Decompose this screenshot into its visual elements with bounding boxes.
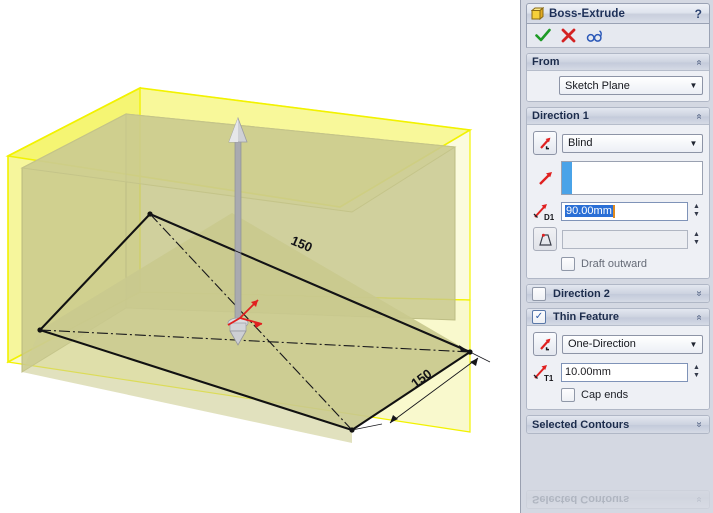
group-thin-feature: ✓ Thin Feature « One-Direction ▼ T1 10.0…	[526, 308, 710, 410]
thickness-row: T1 10.00mm ▲ ▼	[533, 362, 703, 382]
group-direction-1-title: Direction 1	[532, 110, 589, 122]
stepper-up-icon[interactable]: ▲	[693, 364, 700, 371]
group-selected-contours-header[interactable]: Selected Contours »	[527, 491, 709, 508]
depth-input[interactable]: 90.00mm	[561, 201, 688, 221]
expand-chevron-icon[interactable]: »	[694, 494, 705, 506]
draft-angle-icon[interactable]	[533, 227, 557, 251]
group-selected-contours-header[interactable]: Selected Contours »	[527, 416, 709, 433]
group-selected-contours-title: Selected Contours	[532, 418, 630, 431]
group-thin-feature-title: Thin Feature	[553, 311, 620, 323]
cap-ends-checkbox[interactable]	[561, 388, 575, 402]
thin-type-value: One-Direction	[568, 338, 636, 350]
direction-vector-selection-box[interactable]	[561, 161, 703, 195]
thickness-value: 10.00mm	[565, 366, 611, 378]
reverse-direction-icon[interactable]	[533, 332, 557, 356]
group-direction-1: Direction 1 « Blind ▼ D1 90.00mm ▲ ▼ ▲ ▼…	[526, 107, 710, 279]
group-selected-contours: Selected Contours »	[526, 490, 710, 509]
graphics-viewport[interactable]: 150 150	[0, 0, 520, 513]
detailed-preview-glasses-icon[interactable]	[586, 27, 603, 44]
group-selected-contours-title: Selected Contours	[532, 493, 630, 506]
draft-outward-label: Draft outward	[581, 258, 648, 270]
panel-title: Boss-Extrude	[549, 7, 625, 20]
svg-text:T1: T1	[544, 374, 554, 382]
chevron-down-icon[interactable]: ▼	[687, 139, 700, 148]
direction-vector-row	[533, 161, 703, 195]
thin-feature-checkbox[interactable]: ✓	[532, 310, 546, 324]
cancel-x-icon[interactable]	[560, 27, 577, 44]
thin-type-select[interactable]: One-Direction ▼	[562, 334, 703, 354]
end-condition-row: Blind ▼	[533, 131, 703, 155]
direction-vector-arrow-icon	[533, 170, 557, 187]
group-direction-2-header[interactable]: Direction 2 »	[527, 285, 709, 302]
selection-color-tab	[562, 162, 572, 194]
start-condition-select[interactable]: Sketch Plane ▼	[559, 76, 703, 95]
thickness-input[interactable]: 10.00mm	[561, 362, 688, 382]
end-condition-value: Blind	[568, 137, 593, 149]
direction-2-checkbox[interactable]	[532, 286, 546, 301]
group-selected-contours: Selected Contours »	[526, 415, 710, 434]
help-button[interactable]: ?	[692, 7, 705, 21]
property-manager-titlebar: Boss-Extrude ?	[526, 3, 710, 24]
cap-ends-label: Cap ends	[581, 389, 629, 401]
draft-row: ▲ ▼	[533, 227, 703, 251]
depth-value: 90.00mm	[565, 205, 613, 217]
cap-ends-row[interactable]: Cap ends	[533, 388, 703, 402]
extrude-preview-model: 150 150	[5, 86, 491, 443]
draft-outward-row[interactable]: Draft outward	[533, 257, 703, 271]
group-direction-2-title: Direction 2	[553, 287, 610, 300]
end-condition-select[interactable]: Blind ▼	[562, 133, 703, 153]
boss-extrude-icon	[531, 7, 544, 20]
reverse-direction-icon[interactable]	[533, 131, 557, 155]
expand-chevron-icon[interactable]: »	[694, 419, 705, 431]
chevron-down-icon[interactable]: ▼	[687, 81, 700, 90]
group-from-title: From	[532, 56, 560, 68]
panel-reflection-artifact: Boss-Extrude ?	[521, 462, 713, 513]
group-direction-1-header[interactable]: Direction 1 «	[527, 108, 709, 125]
stepper-up-icon[interactable]: ▲	[693, 231, 700, 238]
solidworks-window: 150 150 Boss-Extrude ? From « Sketch Pla…	[0, 0, 713, 513]
group-thin-feature-header[interactable]: ✓ Thin Feature «	[527, 309, 709, 326]
stepper-up-icon[interactable]: ▲	[693, 203, 700, 210]
group-direction-2: Direction 2 »	[526, 284, 710, 303]
group-from: From « Sketch Plane ▼	[526, 53, 710, 102]
draft-angle-stepper[interactable]: ▲ ▼	[690, 230, 703, 249]
checkbox-tick-icon: ✓	[534, 311, 544, 322]
stepper-down-icon[interactable]: ▼	[693, 211, 700, 218]
ok-check-icon[interactable]	[534, 27, 551, 44]
depth-dimension-icon: D1	[533, 201, 557, 221]
property-manager-panel: Boss-Extrude ? From « Sketch Plane ▼ Dir…	[520, 0, 713, 513]
collapse-chevron-icon[interactable]: «	[694, 56, 705, 68]
collapse-chevron-icon[interactable]: «	[694, 311, 705, 323]
thickness-stepper[interactable]: ▲ ▼	[690, 363, 703, 382]
draft-angle-input[interactable]	[562, 229, 688, 249]
property-manager-actionbar	[526, 24, 710, 48]
thickness-dimension-icon: T1	[533, 362, 557, 382]
svg-text:D1: D1	[544, 213, 555, 221]
draft-outward-checkbox[interactable]	[561, 257, 575, 271]
chevron-down-icon[interactable]: ▼	[687, 340, 700, 349]
expand-chevron-icon[interactable]: »	[694, 288, 705, 300]
stepper-down-icon[interactable]: ▼	[693, 372, 700, 379]
direction-vector-value[interactable]	[572, 162, 702, 194]
depth-stepper[interactable]: ▲ ▼	[690, 202, 703, 221]
start-condition-value: Sketch Plane	[565, 79, 630, 92]
stepper-down-icon[interactable]: ▼	[693, 239, 700, 246]
collapse-chevron-icon[interactable]: «	[694, 110, 705, 122]
depth-row: D1 90.00mm ▲ ▼	[533, 201, 703, 221]
thin-type-row: One-Direction ▼	[533, 332, 703, 356]
group-from-header[interactable]: From «	[527, 54, 709, 71]
text-caret	[612, 204, 615, 218]
